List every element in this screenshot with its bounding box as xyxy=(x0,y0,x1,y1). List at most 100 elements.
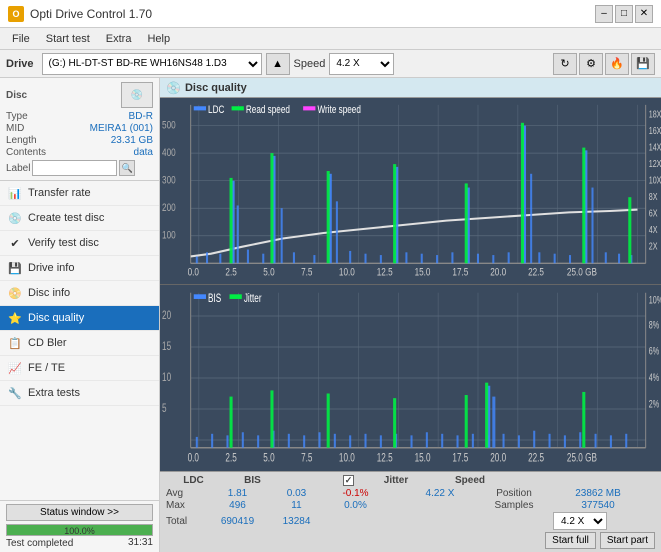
svg-text:Write speed: Write speed xyxy=(317,104,360,116)
drive-select[interactable]: (G:) HL-DT-ST BD-RE WH16NS48 1.D3 xyxy=(42,53,262,75)
transfer-rate-icon: 📊 xyxy=(8,186,22,200)
chart-bottom: 20 15 10 5 10% 8% 6% 4% 2% 0.0 2.5 5.0 7… xyxy=(160,285,661,471)
settings-button[interactable]: ⚙ xyxy=(579,53,603,75)
disc-quality-header-icon: 💿 xyxy=(166,81,181,95)
position-label: Position xyxy=(479,488,549,499)
nav-fe-te[interactable]: 📈 FE / TE xyxy=(0,356,159,381)
nav-verify-test-disc[interactable]: ✔ Verify test disc xyxy=(0,231,159,256)
svg-text:8%: 8% xyxy=(649,319,659,331)
start-part-button[interactable]: Start part xyxy=(600,532,655,549)
nav-extra-tests[interactable]: 🔧 Extra tests xyxy=(0,381,159,406)
disc-quality-header: 💿 Disc quality xyxy=(160,78,661,98)
svg-text:5.0: 5.0 xyxy=(263,451,274,465)
disc-icon: 💿 xyxy=(121,82,153,108)
maximize-button[interactable]: □ xyxy=(615,5,633,23)
max-label: Max xyxy=(166,500,206,511)
svg-text:10.0: 10.0 xyxy=(339,267,355,279)
disc-label-input[interactable] xyxy=(32,160,117,176)
svg-text:15.0: 15.0 xyxy=(415,451,431,465)
cd-bler-icon: 📋 xyxy=(8,336,22,350)
save-button[interactable]: 💾 xyxy=(631,53,655,75)
toolbar: Drive (G:) HL-DT-ST BD-RE WH16NS48 1.D3 … xyxy=(0,50,661,78)
jitter-checkbox[interactable]: ✓ xyxy=(343,475,354,486)
svg-text:12.5: 12.5 xyxy=(377,267,393,279)
menu-help[interactable]: Help xyxy=(139,31,178,47)
nav-transfer-rate[interactable]: 📊 Transfer rate xyxy=(0,181,159,206)
menu-bar: File Start test Extra Help xyxy=(0,28,661,50)
disc-info-icon: 📀 xyxy=(8,286,22,300)
disc-section-title: Disc xyxy=(6,90,27,101)
bottom-chart-svg: 20 15 10 5 10% 8% 6% 4% 2% 0.0 2.5 5.0 7… xyxy=(160,285,661,471)
samples-value: 377540 xyxy=(553,500,643,511)
svg-text:500: 500 xyxy=(162,119,176,131)
burn-button[interactable]: 🔥 xyxy=(605,53,629,75)
minimize-button[interactable]: – xyxy=(595,5,613,23)
col-header-ldc: LDC xyxy=(166,475,221,486)
svg-text:25.0 GB: 25.0 GB xyxy=(567,267,597,279)
svg-text:4%: 4% xyxy=(649,372,659,384)
samples-label: Samples xyxy=(479,500,549,511)
menu-start-test[interactable]: Start test xyxy=(38,31,98,47)
nav-drive-info[interactable]: 💾 Drive info xyxy=(0,256,159,281)
svg-text:2.5: 2.5 xyxy=(225,267,236,279)
svg-text:17.5: 17.5 xyxy=(452,451,468,465)
svg-text:17.5: 17.5 xyxy=(452,267,468,279)
svg-text:15: 15 xyxy=(162,339,171,353)
svg-text:14X: 14X xyxy=(649,141,661,152)
start-full-button[interactable]: Start full xyxy=(545,532,596,549)
svg-text:10X: 10X xyxy=(649,174,661,185)
svg-text:100: 100 xyxy=(162,229,176,241)
svg-text:10.0: 10.0 xyxy=(339,451,355,465)
close-button[interactable]: ✕ xyxy=(635,5,653,23)
svg-text:7.5: 7.5 xyxy=(301,267,312,279)
svg-text:4X: 4X xyxy=(649,224,658,235)
avg-ldc: 1.81 xyxy=(210,488,265,499)
start-buttons: Start full Start part xyxy=(166,532,655,549)
verify-test-disc-icon: ✔ xyxy=(8,236,22,250)
svg-text:400: 400 xyxy=(162,147,176,159)
nav-cd-bler[interactable]: 📋 CD Bler xyxy=(0,331,159,356)
svg-text:2X: 2X xyxy=(649,240,658,251)
total-ldc: 690419 xyxy=(210,516,265,527)
svg-text:20.0: 20.0 xyxy=(490,451,506,465)
status-text: Test completed xyxy=(6,538,73,549)
quality-speed-select[interactable]: 4.2 X xyxy=(553,512,607,530)
speed-avg: 4.22 X xyxy=(405,488,475,499)
content-area: 💿 Disc quality xyxy=(160,78,661,552)
disc-panel: Disc 💿 Type BD-R MID MEIRA1 (001) Length… xyxy=(0,78,159,181)
status-bar: Status window >> 100.0% Test completed 3… xyxy=(0,500,159,552)
svg-text:0.0: 0.0 xyxy=(188,451,199,465)
avg-label: Avg xyxy=(166,488,206,499)
disc-mid-row: MID MEIRA1 (001) xyxy=(6,123,153,134)
svg-text:0.0: 0.0 xyxy=(188,267,200,279)
drive-label: Drive xyxy=(6,58,34,70)
speed-label: Speed xyxy=(294,58,326,70)
svg-text:18X: 18X xyxy=(649,108,661,119)
disc-label-btn[interactable]: 🔍 xyxy=(119,160,135,176)
nav-disc-info[interactable]: 📀 Disc info xyxy=(0,281,159,306)
stats-bottom: LDC BIS ✓ Jitter Speed Avg 1.81 0.03 -0.… xyxy=(160,471,661,552)
eject-button[interactable]: ▲ xyxy=(266,53,290,75)
svg-text:10: 10 xyxy=(162,370,171,384)
menu-file[interactable]: File xyxy=(4,31,38,47)
svg-text:BIS: BIS xyxy=(208,291,221,305)
svg-text:8X: 8X xyxy=(649,191,658,202)
max-bis: 11 xyxy=(269,500,324,511)
col-header-jitter-check: ✓ xyxy=(343,475,357,486)
status-window-button[interactable]: Status window >> xyxy=(6,504,153,521)
main-layout: Disc 💿 Type BD-R MID MEIRA1 (001) Length… xyxy=(0,78,661,552)
menu-extra[interactable]: Extra xyxy=(98,31,140,47)
refresh-button[interactable]: ↻ xyxy=(553,53,577,75)
sidebar: Disc 💿 Type BD-R MID MEIRA1 (001) Length… xyxy=(0,78,160,552)
charts-container: 500 400 300 200 100 18X 16X 14X 12X 10X … xyxy=(160,98,661,471)
svg-text:22.5: 22.5 xyxy=(528,451,544,465)
svg-text:16X: 16X xyxy=(649,125,661,136)
speed-select[interactable]: 4.2 X xyxy=(329,53,394,75)
svg-text:20: 20 xyxy=(162,308,171,322)
svg-text:5.0: 5.0 xyxy=(263,267,275,279)
nav-disc-quality[interactable]: ⭐ Disc quality xyxy=(0,306,159,331)
nav-items: 📊 Transfer rate 💿 Create test disc ✔ Ver… xyxy=(0,181,159,500)
svg-text:12X: 12X xyxy=(649,158,661,169)
svg-text:6X: 6X xyxy=(649,207,658,218)
nav-create-test-disc[interactable]: 💿 Create test disc xyxy=(0,206,159,231)
